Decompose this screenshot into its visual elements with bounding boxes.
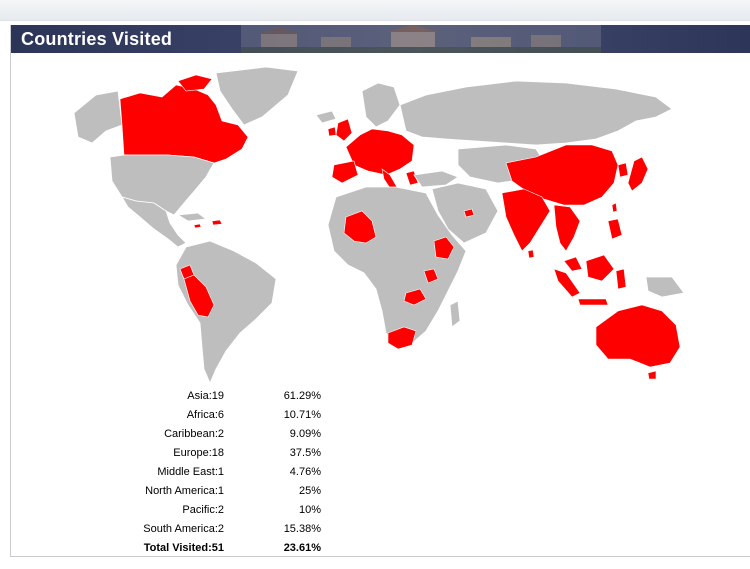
land-taiwan bbox=[611, 202, 618, 213]
land-japan bbox=[627, 156, 649, 192]
land-russia bbox=[399, 80, 673, 146]
stat-label: South America:2 bbox=[143, 523, 224, 535]
stat-label: North America:1 bbox=[145, 485, 224, 497]
stat-total-label: Total Visited:51 bbox=[143, 542, 224, 554]
stat-row: Europe:18 37.5% bbox=[111, 444, 331, 463]
world-map bbox=[66, 65, 686, 395]
header-photo-banner bbox=[241, 25, 601, 53]
stat-label: Europe:18 bbox=[173, 447, 224, 459]
land-scandinavia bbox=[361, 82, 401, 128]
stat-total-value: 23.61% bbox=[283, 542, 321, 554]
land-india bbox=[501, 188, 551, 252]
stat-value: 4.76% bbox=[289, 466, 321, 478]
stat-row: Pacific:2 10% bbox=[111, 501, 331, 520]
world-map-svg bbox=[73, 66, 686, 385]
stat-row: Asia:19 61.29% bbox=[111, 387, 331, 406]
land-new-guinea bbox=[645, 276, 685, 298]
land-sri-lanka bbox=[527, 249, 535, 259]
stats-table: Asia:19 61.29% Africa:6 10.71% Caribbean… bbox=[111, 387, 331, 558]
stat-row: South America:2 15.38% bbox=[111, 520, 331, 539]
page-title: Countries Visited bbox=[21, 29, 173, 49]
stat-label: Pacific:2 bbox=[182, 504, 224, 516]
land-cuba bbox=[176, 212, 208, 222]
land-dominican-republic bbox=[211, 219, 223, 226]
land-malaysia bbox=[563, 256, 583, 272]
stat-label: Africa:6 bbox=[186, 409, 224, 421]
land-philippines bbox=[607, 218, 623, 240]
land-alaska bbox=[73, 90, 123, 144]
stat-row: Middle East:1 4.76% bbox=[111, 463, 331, 482]
land-jamaica bbox=[193, 223, 202, 229]
stat-row: North America:1 25% bbox=[111, 482, 331, 501]
land-south-america bbox=[175, 240, 277, 385]
land-borneo bbox=[585, 254, 615, 282]
land-ireland bbox=[327, 126, 337, 137]
land-southeast-asia bbox=[553, 204, 581, 252]
stat-label: Middle East:1 bbox=[157, 466, 224, 478]
land-iceland bbox=[315, 110, 337, 124]
land-java bbox=[577, 298, 609, 306]
stat-label: Caribbean:2 bbox=[164, 428, 224, 440]
land-korea bbox=[617, 162, 629, 178]
land-tasmania bbox=[647, 370, 657, 380]
browser-top-strip bbox=[0, 0, 750, 21]
land-sumatra bbox=[553, 268, 581, 298]
stat-value: 10.71% bbox=[283, 409, 321, 421]
land-australia bbox=[595, 304, 681, 368]
land-iberia bbox=[331, 160, 359, 184]
land-sulawesi bbox=[615, 268, 627, 290]
stat-row: Caribbean:2 9.09% bbox=[111, 425, 331, 444]
stat-value: 25% bbox=[298, 485, 321, 497]
stat-value: 15.38% bbox=[283, 523, 321, 535]
land-greenland bbox=[215, 66, 299, 126]
stat-value: 10% bbox=[298, 504, 321, 516]
stat-label: Asia:19 bbox=[187, 390, 224, 402]
panel-title-bar: Countries Visited bbox=[11, 25, 750, 53]
stat-value: 9.09% bbox=[289, 428, 321, 440]
countries-visited-panel: Countries Visited Asia:19 61.29% Africa:… bbox=[10, 25, 750, 557]
stat-value: 37.5% bbox=[289, 447, 321, 459]
land-usa bbox=[109, 154, 215, 216]
land-madagascar bbox=[449, 300, 461, 328]
stat-row: Africa:6 10.71% bbox=[111, 406, 331, 425]
land-uk bbox=[335, 118, 353, 142]
stat-value: 61.29% bbox=[283, 390, 321, 402]
stat-total-row: Total Visited:51 23.61% bbox=[111, 539, 331, 558]
